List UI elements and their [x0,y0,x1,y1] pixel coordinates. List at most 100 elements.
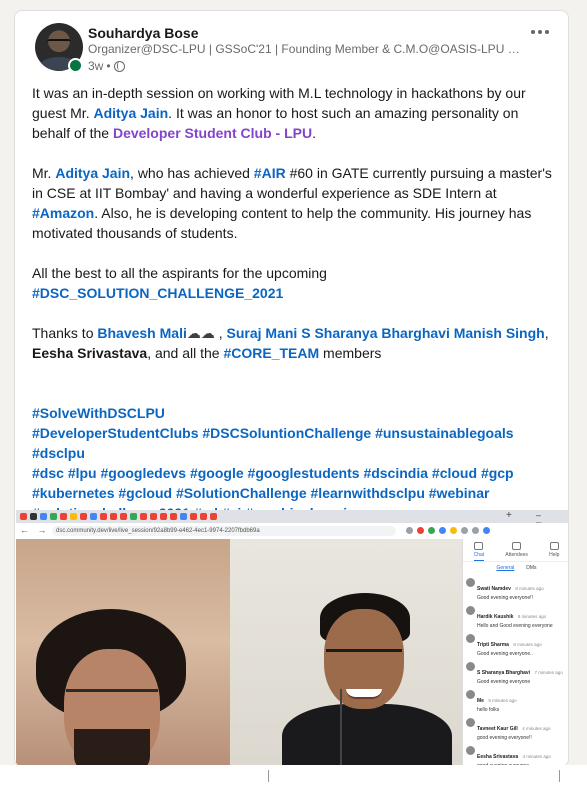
tab-favicon [80,513,87,520]
hashtag[interactable]: #dsclpu [32,445,85,461]
extension-icon [461,527,468,534]
avatar [466,690,475,699]
hashtag[interactable]: #DSCSoluntionChallenge [202,425,371,441]
hashtag[interactable]: #googlestudents [248,465,360,481]
mention-aditya-jain-2[interactable]: Aditya Jain [55,165,130,181]
person-beard [74,729,150,766]
chat-tabs: Chat Attendees Help [463,539,568,562]
chat-message: Swati Namdev 8 minutes ago Good evening e… [463,575,568,603]
chat-message-header: Hardik Kaushik 8 minutes ago [477,605,568,623]
hashtag[interactable]: #kubernetes [32,485,114,501]
hashtag[interactable]: #googledevs [100,465,186,481]
people-icon [512,542,522,550]
chat-icon [474,542,484,550]
more-options-icon[interactable] [525,23,555,41]
tab-attendees[interactable]: Attendees [505,539,528,561]
tab-favicon [140,513,147,520]
hashtag[interactable]: #gcloud [118,485,172,501]
divider [559,770,560,782]
tab-favicon [120,513,127,520]
hashtag[interactable]: #google [190,465,244,481]
mention-team-members[interactable]: Suraj Mani S Sharanya Bharghavi Manish S… [227,325,545,341]
chat-message: Tavneet Kaur Gill 4 minutes ago good even… [463,715,568,743]
avatar [466,662,475,671]
hashtag-air[interactable]: #AIR [254,165,286,181]
chat-message-author: Swati Namdev [477,586,511,592]
hashtag[interactable]: #learnwithdsclpu [311,485,425,501]
chat-message-time: 7 minutes ago [534,670,563,675]
hashtag[interactable]: #gcp [481,465,514,481]
hashtag[interactable]: #SolutionChallenge [176,485,307,501]
chat-messages: Swati Namdev 8 minutes ago Good evening e… [463,575,568,766]
chat-message-time: 4 minutes ago [522,754,551,759]
hashtag-amazon[interactable]: #Amazon [32,205,94,221]
avatar [466,746,475,755]
headphone-wire [340,689,342,766]
tab-favicon [160,513,167,520]
chat-subtabs: General DMs [463,562,568,575]
tab-help[interactable]: Help [549,539,559,561]
mention-dsc-lpu[interactable]: Developer Student Club - LPU [113,125,312,141]
hashtag[interactable]: #lpu [68,465,97,481]
mention-aditya-jain[interactable]: Aditya Jain [93,105,168,121]
author-headline: Organizer@DSC-LPU | GSSoC'21 | Founding … [88,42,520,56]
tab-favicon [170,513,177,520]
post-paragraph-3: All the best to all the aspirants for th… [32,265,327,301]
video-feed-left [16,539,230,766]
post-card: Souhardya Bose Organizer@DSC-LPU | GSSoC… [14,10,569,767]
hashtag-dsc-solution-challenge[interactable]: #DSC_SOLUTION_CHALLENGE_2021 [32,285,283,301]
hashtag-line-4: #kubernetes #gcloud #SolutionChallenge #… [32,483,560,503]
hashtag[interactable]: #DeveloperStudentClubs [32,425,198,441]
post-image-screenshot[interactable]: + – □ × ← → C dsc.community.dev/live/liv… [16,510,568,766]
chat-message-author: Tripti Sharma [477,642,509,648]
online-status-icon [68,58,83,73]
extension-icon [472,527,479,534]
chat-message-time: 5 minutes ago [488,698,517,703]
chat-message-author: S Sharanya Bharghavi [477,670,531,676]
chat-message-header: Me 5 minutes ago [477,689,568,707]
cloud-emoji: ☁☁ [186,325,215,341]
hashtag[interactable]: #webinar [429,485,490,501]
chat-message-header: S Sharanya Bharghavi 7 minutes ago [477,661,568,679]
hashtag[interactable]: #unsustainablegoals [375,425,513,441]
globe-icon [113,60,125,72]
avatar [466,578,475,587]
hashtag[interactable]: #cloud [432,465,477,481]
subtab-general[interactable]: General [496,565,514,571]
hashtag[interactable]: #dsc [32,465,64,481]
post-meta: 3w • [88,59,125,73]
chat-message-header: Tavneet Kaur Gill 4 minutes ago [477,717,568,735]
chat-message-time: 8 minutes ago [515,586,544,591]
chat-message: Eesha Srivastava 4 minutes agogood eveni… [463,743,568,766]
chat-message-text: good evening everyone!! [477,735,532,741]
hashtag-core-team[interactable]: #CORE_TEAM [223,345,319,361]
chat-message-time: 8 minutes ago [513,642,542,647]
chat-message: Tripti Sharma 8 minutes ago Good evening … [463,631,568,659]
subtab-dms[interactable]: DMs [526,565,536,571]
chat-message-text: Hello and Good evening everyone [477,623,553,629]
post-paragraph-1: It was an in-depth session on working wi… [32,85,526,141]
more-dot [538,30,542,34]
hashtag-line-1: #SolveWithDSCLPU [32,403,560,423]
chat-message-author: Tavneet Kaur Gill [477,726,518,732]
chat-message-author: Hardik Kaushik [477,614,514,620]
tab-favicon [40,513,47,520]
chat-message-text: Good evening everyone!! [477,595,533,601]
chat-message-text: Good evening everyone.. [477,651,533,657]
extension-icons [406,527,490,534]
mention-bhavesh-mali[interactable]: Bhavesh Mali [97,325,186,341]
extension-icon [428,527,435,534]
author-name[interactable]: Souhardya Bose [88,25,198,41]
chat-message: Me 5 minutes ago hello folks [463,687,568,715]
tab-favicons [20,513,217,520]
tab-chat[interactable]: Chat [473,539,485,561]
hashtag[interactable]: #SolveWithDSCLPU [32,405,165,421]
tab-favicon [20,513,27,520]
hashtag[interactable]: #dscindia [363,465,428,481]
avatar [466,718,475,727]
tab-favicon [50,513,57,520]
post-paragraph-2: Mr. Aditya Jain, who has achieved #AIR #… [32,165,552,241]
tab-favicon [130,513,137,520]
